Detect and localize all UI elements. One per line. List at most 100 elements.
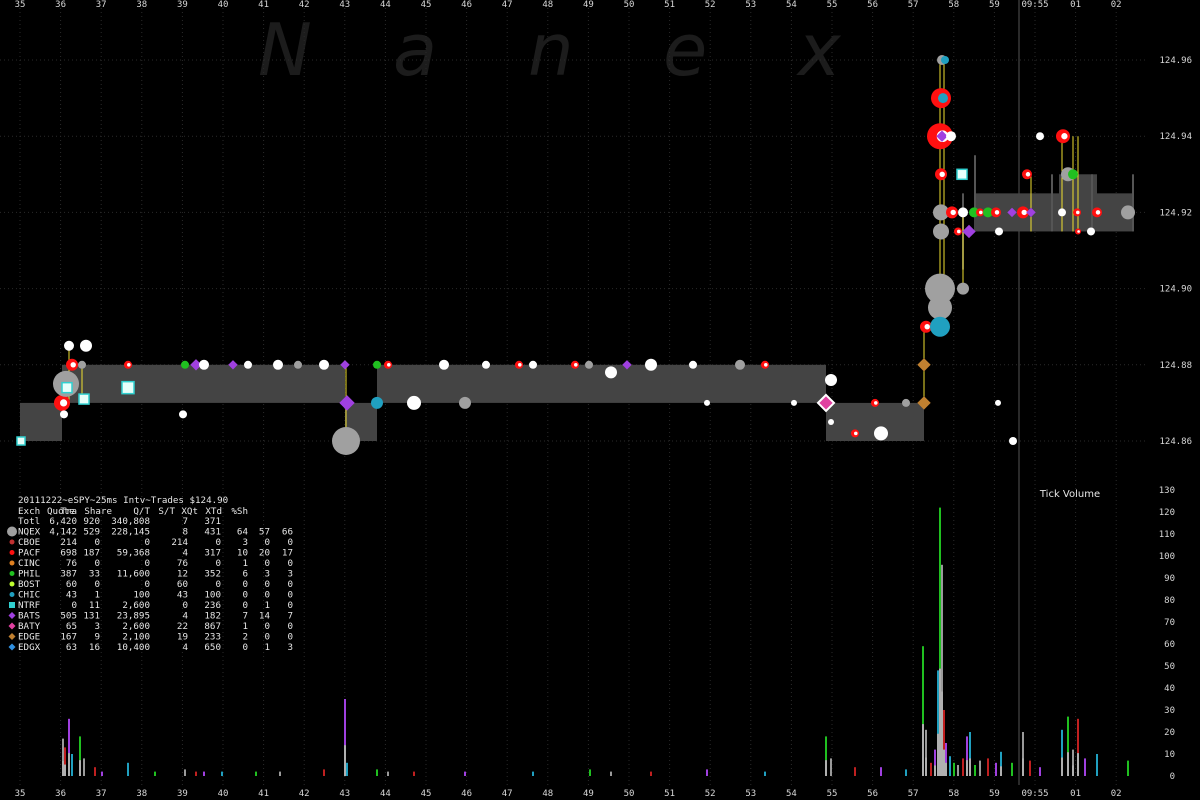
volume-bars: [62, 507, 1129, 776]
price-tick-label: 124.92: [1159, 208, 1192, 218]
nbbo-segment: [62, 364, 345, 403]
volume-bar: [957, 765, 959, 776]
volume-tick-label: 110: [1159, 530, 1175, 540]
stats-cell-xtd: 20: [259, 548, 270, 559]
stats-cell-exch: Totl: [18, 516, 40, 527]
trade-marker: [60, 410, 68, 419]
volume-bar-part: [945, 762, 947, 776]
trade-marker: [956, 168, 968, 181]
trade-marker-core: [1095, 210, 1101, 215]
nbbo-segment: [377, 364, 826, 403]
trade-marker: [16, 436, 26, 446]
stats-cell-share: 2,600: [122, 621, 150, 632]
trade-marker-core: [387, 363, 391, 367]
volume-tick-label: 50: [1164, 662, 1175, 672]
volume-bar-part: [966, 760, 968, 776]
trade-marker-core: [1076, 210, 1080, 215]
stats-cell-st: 431: [204, 527, 221, 538]
volume-bar-part: [64, 764, 66, 776]
volume-bar-part: [934, 765, 936, 776]
stats-cell-xqt: 0: [242, 642, 248, 653]
stats-cell-xqt: 1: [242, 558, 248, 569]
x-tick-label-bottom: 45: [421, 789, 432, 799]
stats-cell-qt: 7: [182, 516, 188, 527]
trade-marker: [995, 227, 1003, 236]
stats-cell-xtd: 0: [264, 537, 270, 548]
trade-marker: [373, 360, 381, 369]
volume-bar: [854, 767, 856, 776]
trade-marker-core: [70, 362, 76, 368]
volume-tick-label: 40: [1164, 684, 1175, 694]
x-tick-label-bottom: 42: [299, 789, 310, 799]
trade-marker-core: [1077, 230, 1080, 233]
stats-cell-tra: 11: [89, 600, 100, 611]
trade-marker: [585, 360, 593, 369]
stats-cell-sh: 0: [287, 579, 293, 590]
volume-tick-label: 20: [1164, 728, 1175, 738]
x-tick-label-bottom: 02: [1111, 789, 1122, 799]
stats-cell-quote: 4,142: [49, 527, 77, 538]
legend-marker: [8, 633, 16, 640]
trade-marker: [689, 360, 697, 369]
trade-marker: [1058, 208, 1066, 217]
x-tick-label-bottom: 54: [786, 789, 797, 799]
stats-cell-xtd: 1: [264, 642, 270, 653]
stats-cell-xqt: 0: [242, 579, 248, 590]
trade-marker: [828, 418, 834, 425]
stats-cell-xtd: 0: [264, 621, 270, 632]
x-tick-label-bottom: 44: [380, 789, 391, 799]
stats-cell-tra: 131: [83, 611, 100, 622]
stats-cell-share: 228,145: [111, 527, 150, 538]
trade-marker: [917, 358, 931, 372]
trade-marker: [181, 360, 189, 369]
volume-bar: [184, 769, 186, 776]
stats-cell-st: 352: [204, 569, 221, 580]
volume-bar: [880, 767, 882, 776]
volume-bar: [279, 771, 281, 776]
trade-marker: [80, 339, 92, 352]
volume-bar: [589, 769, 591, 776]
volume-tick-label: 90: [1164, 574, 1175, 584]
volume-bar-part: [937, 733, 939, 776]
stats-cell-tra: 920: [83, 516, 100, 527]
stats-cell-quote: 698: [60, 548, 77, 559]
volume-bar: [83, 758, 85, 776]
volume-bar-part: [1022, 758, 1024, 776]
stats-cell-tra: 529: [83, 527, 100, 538]
stats-cell-exch: EDGE: [18, 632, 40, 643]
stats-cell-xtd: 1: [264, 600, 270, 611]
stats-cell-st: 0: [215, 537, 221, 548]
x-tick-label-top: 01: [1070, 0, 1081, 10]
trade-marker: [407, 395, 421, 410]
trade-marker-core: [939, 171, 945, 177]
stats-cell-st: 233: [204, 632, 221, 643]
stats-cell-xqt: 2: [242, 632, 248, 643]
stats-cell-xqt: 3: [242, 537, 248, 548]
stats-cell-xqt: 1: [242, 621, 248, 632]
x-tick-label-bottom: 52: [705, 789, 716, 799]
stats-cell-exch: CHIC: [18, 590, 40, 601]
stats-cell-xqt: 0: [242, 590, 248, 601]
stats-cell-qt: 214: [171, 537, 188, 548]
volume-tick-label: 130: [1159, 486, 1175, 496]
x-tick-label-top: 02: [1111, 0, 1122, 10]
volume-tick-label: 100: [1159, 552, 1175, 562]
stats-cell-tra: 0: [94, 537, 100, 548]
x-tick-label-top: 43: [339, 0, 350, 10]
stats-cell-tra: 1: [94, 590, 100, 601]
stats-cell-qt: 12: [177, 569, 188, 580]
stats-cell-st: 371: [204, 516, 221, 527]
volume-bar: [1039, 767, 1041, 776]
x-tick-label-top: 50: [624, 0, 635, 10]
x-tick-label-top: 55: [827, 0, 838, 10]
trade-marker-core: [1025, 172, 1031, 177]
stats-cell-quote: 214: [60, 537, 77, 548]
x-tick-label-top: 44: [380, 0, 391, 10]
legend-marker: [9, 550, 15, 555]
volume-bar: [203, 771, 205, 776]
trade-marker-core: [764, 363, 768, 367]
stats-cell-st: 100: [204, 590, 221, 601]
stats-cell-xtd: 0: [264, 632, 270, 643]
trade-marker: [273, 359, 283, 370]
volume-bar: [979, 760, 981, 776]
